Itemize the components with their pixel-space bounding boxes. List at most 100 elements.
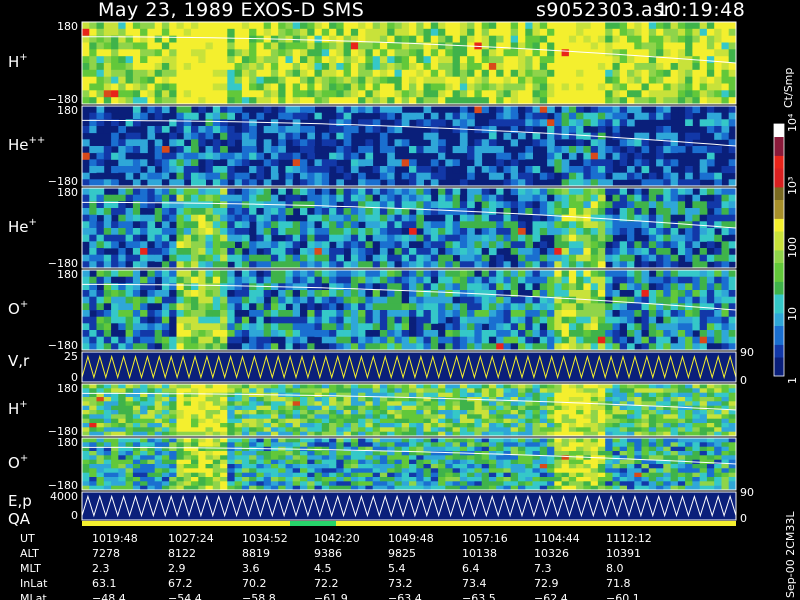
spectrogram-cell [183, 303, 192, 311]
spectrogram-cell [314, 316, 323, 324]
spectrogram-cell [96, 159, 105, 167]
spectrogram-cell [430, 276, 439, 284]
spectrogram-cell [496, 208, 504, 216]
spectrogram-cell [96, 241, 105, 249]
spectrogram-cell [365, 139, 374, 147]
spectrogram-cell [285, 152, 294, 160]
spectrogram-cell [423, 427, 432, 432]
spectrogram-cell [82, 290, 90, 298]
spectrogram-cell [467, 228, 475, 236]
spectrogram-cell [176, 76, 185, 84]
spectrogram-cell [263, 208, 272, 216]
spectrogram-cell [503, 336, 512, 344]
spectrogram-cell [336, 283, 344, 291]
spectrogram-cell [648, 343, 657, 351]
spectrogram-cell [96, 418, 105, 424]
spectrogram-cell [525, 283, 533, 291]
spectrogram-cell [583, 194, 592, 202]
spectrogram-cell [132, 228, 141, 236]
spectrogram-cell [103, 423, 112, 428]
spectrogram-cell [568, 146, 577, 154]
spectrogram-cell [670, 388, 679, 393]
spectrogram-cell [234, 401, 243, 406]
spectrogram-cell [430, 69, 439, 77]
spectrogram-cell [307, 97, 315, 105]
spectrogram-cell [249, 146, 257, 154]
spectrogram-cell [205, 214, 214, 222]
spectrogram-cell [394, 410, 403, 415]
spectrogram-cell [154, 152, 163, 160]
spectrogram-cell [234, 194, 243, 202]
spectrogram-cell [132, 423, 141, 428]
spectrogram-cell [365, 397, 374, 402]
spectrogram-cell [714, 97, 722, 105]
spectrogram-cell [561, 234, 570, 242]
spectrogram-cell [503, 179, 512, 187]
spectrogram-cell [423, 106, 432, 114]
spectrogram-cell [220, 388, 228, 393]
spectrogram-cell [285, 56, 294, 64]
spectrogram-cell [416, 423, 424, 428]
spectrogram-cell [270, 384, 279, 389]
spectrogram-cell [147, 303, 156, 311]
spectrogram-cell [321, 410, 330, 415]
spectrogram-cell [481, 392, 490, 398]
spectrogram-cell [154, 208, 163, 216]
spectrogram-cell [336, 248, 344, 256]
spectrogram-cell [627, 418, 635, 424]
spectrogram-cell [154, 343, 163, 351]
spectrogram-cell [350, 270, 359, 278]
spectrogram-cell [706, 423, 715, 428]
spectrogram-cell [336, 276, 344, 284]
spectrogram-cell [627, 410, 635, 415]
spectrogram-cell [728, 90, 737, 98]
spectrogram-cell [89, 112, 97, 120]
spectrogram-cell [125, 303, 134, 311]
spectrogram-cell [539, 261, 548, 269]
spectrogram-cell [503, 63, 512, 71]
spectrogram-cell [350, 414, 359, 419]
spectrogram-cell [612, 69, 621, 77]
spectrogram-cell [154, 323, 163, 331]
spectrogram-cell [125, 69, 134, 77]
spectrogram-cell [227, 166, 235, 174]
spectrogram-cell [220, 316, 228, 324]
spectrogram-cell [205, 126, 214, 134]
spectrogram-cell [343, 97, 352, 105]
spectrogram-cell [314, 405, 323, 411]
spectrogram-cell [576, 418, 584, 424]
spectrogram-cell [154, 270, 163, 278]
spectrogram-cell [234, 423, 243, 428]
spectrogram-cell [438, 234, 446, 242]
spectrogram-cell [154, 22, 163, 30]
spectrogram-cell [409, 166, 417, 174]
spectrogram-cell [191, 310, 199, 318]
spectrogram-cell [656, 427, 664, 432]
spectrogram-cell [96, 188, 105, 196]
spectrogram-cell [205, 290, 214, 298]
spectrogram-cell [220, 283, 228, 291]
spectrogram-cell [539, 83, 548, 91]
spectrogram-cell [89, 330, 97, 338]
spectrogram-cell [365, 276, 374, 284]
spectrogram-cell [532, 119, 541, 127]
spectrogram-cell [481, 201, 490, 209]
spectrogram-cell [154, 126, 163, 134]
spectrogram-cell [685, 194, 693, 202]
spectrogram-cell [350, 290, 359, 298]
spectrogram-cell [401, 427, 410, 432]
spectrogram-cell [161, 42, 170, 50]
spectrogram-cell [641, 323, 650, 331]
spectrogram-cell [212, 56, 221, 64]
spectrogram-cell [89, 410, 97, 415]
spectrogram-cell [488, 310, 497, 318]
spectrogram-cell [561, 410, 570, 415]
spectrogram-cell [496, 119, 504, 127]
spectrogram-cell [292, 410, 301, 415]
spectrogram-cell [532, 83, 541, 91]
panel-label-sup: ++ [29, 135, 46, 146]
spectrogram-cell [554, 208, 562, 216]
spectrogram-cell [561, 261, 570, 269]
spectrogram-cell [554, 323, 562, 331]
spectrogram-cell [220, 132, 228, 140]
